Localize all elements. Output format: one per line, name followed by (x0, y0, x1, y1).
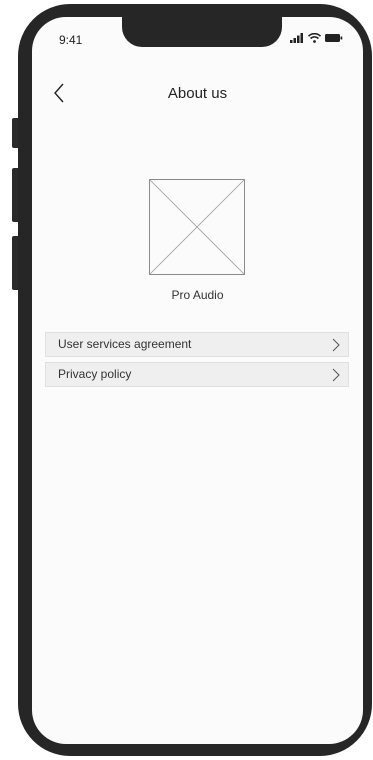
app-name: Pro Audio (171, 288, 224, 302)
screen: 9:41 About us Pro Audio User services ag… (32, 17, 363, 744)
menu-item-label: User services agreement (58, 337, 192, 351)
chevron-right-icon (332, 338, 340, 352)
page-title: About us (167, 85, 228, 102)
battery-icon (325, 34, 343, 42)
menu-list: User services agreement Privacy policy (45, 332, 349, 392)
notch (122, 17, 282, 47)
chevron-right-icon (332, 368, 340, 382)
wifi-icon (308, 33, 321, 43)
menu-item-label: Privacy policy (58, 367, 132, 381)
status-time: 9:41 (59, 33, 83, 47)
status-icons (290, 32, 343, 44)
user-agreement-row[interactable]: User services agreement (45, 332, 349, 357)
device-mockup: 9:41 About us Pro Audio User services ag… (0, 0, 373, 760)
privacy-policy-row[interactable]: Privacy policy (45, 362, 349, 387)
nav-bar: About us (32, 79, 363, 109)
app-logo (149, 179, 245, 275)
image-placeholder-icon (149, 179, 245, 275)
signal-icon (290, 33, 303, 43)
